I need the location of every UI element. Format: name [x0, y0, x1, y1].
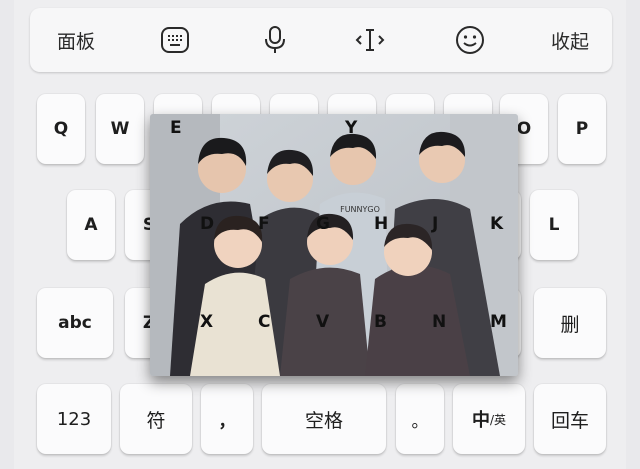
abc-key[interactable]: abc [37, 288, 113, 358]
key-label: P [575, 119, 589, 139]
photo-letter-e: E [170, 118, 182, 138]
key-q[interactable]: Q [37, 94, 85, 164]
microphone-icon[interactable] [250, 8, 300, 72]
collapse-button[interactable]: 收起 [530, 8, 610, 72]
photo-letter-c: C [258, 312, 271, 332]
group-photo-image: FUNNYGO [150, 114, 518, 376]
photo-letter-j: J [432, 214, 439, 234]
key-label: L [548, 215, 560, 235]
key-label: Q [53, 119, 69, 139]
key-label: 。 [411, 411, 429, 432]
emoji-icon[interactable] [445, 8, 495, 72]
lang-main-label: 中 [471, 410, 490, 431]
key-label: abc [58, 313, 92, 333]
collapse-label: 收起 [550, 30, 589, 53]
key-label: 删 [560, 313, 580, 336]
shirt-text: FUNNYGO [340, 205, 380, 214]
photo-letter-x: X [200, 312, 214, 332]
photo-letter-n: N [432, 312, 447, 332]
key-label: W [110, 119, 130, 139]
key-label: ， [218, 411, 236, 432]
cursor-move-icon[interactable] [345, 8, 395, 72]
space-key[interactable]: 空格 [262, 384, 386, 454]
key-a[interactable]: A [67, 190, 115, 260]
photo-letter-f: F [258, 214, 270, 234]
key-label: 符 [146, 409, 166, 432]
keyboard-toolbar: 面板 收起 [30, 8, 612, 72]
floating-photo: FUNNYGO E Y D F G H J K X C V B N M [150, 114, 518, 376]
photo-letter-y: Y [345, 118, 358, 138]
lang-sub-label: /英 [489, 412, 507, 427]
keyboard-icon[interactable] [150, 8, 200, 72]
key-label: 123 [56, 408, 92, 430]
photo-letter-k: K [490, 214, 504, 234]
delete-key[interactable]: 删 [534, 288, 606, 358]
key-label: 空格 [304, 409, 343, 432]
key-label: A [84, 215, 98, 235]
photo-letter-d: D [200, 214, 215, 234]
photo-letter-g: G [316, 214, 330, 234]
key-l[interactable]: L [530, 190, 578, 260]
photo-letter-h: H [374, 214, 389, 234]
key-label: 回车 [550, 409, 589, 432]
key-label: O [516, 119, 532, 139]
panel-button[interactable]: 面板 [36, 8, 116, 72]
photo-letter-m: M [490, 312, 507, 332]
panel-label: 面板 [56, 30, 95, 53]
key-p[interactable]: P [558, 94, 606, 164]
number-key[interactable]: 123 [37, 384, 111, 454]
comma-key[interactable]: ， [201, 384, 253, 454]
enter-key[interactable]: 回车 [534, 384, 606, 454]
language-switch-key[interactable]: 中/英 [453, 384, 525, 454]
symbol-key[interactable]: 符 [120, 384, 192, 454]
photo-letter-v: V [316, 312, 330, 332]
photo-letter-b: B [374, 312, 387, 332]
period-key[interactable]: 。 [396, 384, 444, 454]
key-w[interactable]: W [96, 94, 144, 164]
